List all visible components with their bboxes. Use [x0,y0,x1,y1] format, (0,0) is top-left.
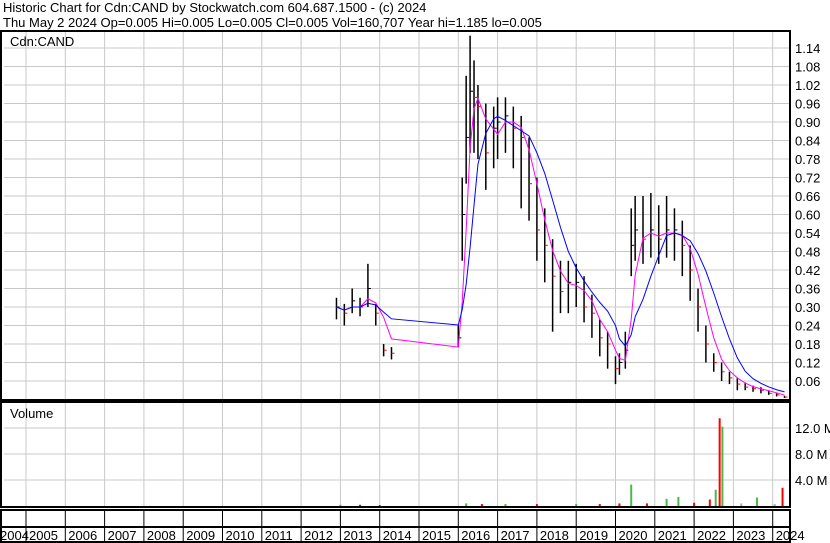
axis-labels: 2004 2005 2006 2007 2008 2009 2010 2011 2012 2013… [0,41,830,543]
volume-bars [339,418,784,506]
volume-bar [740,503,743,506]
volume-tick-label: 8.0 M [795,447,828,462]
volume-bar [359,504,362,506]
chart-frame [0,30,791,543]
year-label: 2008 [147,528,176,543]
year-label: 2022 [697,528,726,543]
volume-bar [598,504,601,506]
year-label: 2016 [461,528,490,543]
volume-label: Volume [10,406,53,421]
year-label: 2018 [540,528,569,543]
year-label: 2017 [501,528,530,543]
volume-bar [693,502,696,506]
price-tick-label: 0.30 [795,300,820,315]
volume-bar [480,504,483,506]
volume-bar [781,487,784,506]
year-label: 2012 [304,528,333,543]
volume-bar [645,503,648,506]
volume-bar [708,499,711,506]
volume-bar [773,504,776,506]
price-tick-label: 1.14 [795,41,820,56]
volume-bar [339,504,342,506]
price-tick-label: 0.36 [795,282,820,297]
volume-bar [677,496,680,506]
stock-chart: Cdn:CAND Volume 2004 2005 2006 2007 2008 2009… [0,30,830,543]
volume-bar [714,489,717,506]
volume-bar [665,498,668,506]
price-tick-label: 0.06 [795,374,820,389]
year-label: 2011 [265,528,293,543]
volume-bar [721,426,724,506]
volume-tick-label: 12.0 M [795,421,830,436]
price-tick-label: 0.72 [795,171,820,186]
price-tick-label: 0.24 [795,319,820,334]
year-label: 2021 [658,528,687,543]
price-tick-label: 0.96 [795,97,820,112]
price-tick-label: 1.08 [795,60,820,75]
volume-bar [755,497,758,506]
price-tick-label: 0.66 [795,189,820,204]
price-tick-label: 0.12 [795,356,820,371]
year-label: 2004 [0,528,29,543]
volume-bar [504,504,507,506]
volume-bar [630,484,633,506]
price-tick-label: 1.02 [795,78,820,93]
year-label: 2006 [68,528,97,543]
price-tick-label: 0.78 [795,152,820,167]
short-moving-average [336,96,785,396]
volume-bar [618,503,621,506]
volume-tick-label: 4.0 M [795,473,828,488]
volume-bar [535,504,538,506]
price-tick-label: 0.54 [795,226,820,241]
moving-averages [336,96,785,396]
price-tick-label: 0.90 [795,115,820,130]
price-tick-label: 0.48 [795,245,820,260]
year-label: 2024 [776,528,805,543]
year-label: 2013 [343,528,372,543]
year-label: 2019 [579,528,608,543]
price-tick-label: 0.84 [795,134,820,149]
symbol-label: Cdn:CAND [10,34,74,49]
long-moving-average [336,115,785,393]
year-label: 2007 [108,528,137,543]
price-panel-border [0,30,791,401]
volume-bar [465,503,468,506]
price-tick-label: 0.18 [795,337,820,352]
year-label: 2005 [29,528,58,543]
volume-bar [378,505,381,506]
year-label: 2014 [383,528,412,543]
volume-bar [575,504,578,506]
year-label: 2010 [226,528,255,543]
price-tick-label: 0.60 [795,208,820,223]
year-label: 2015 [422,528,451,543]
year-label: 2023 [736,528,765,543]
year-label: 2020 [619,528,648,543]
price-tick-label: 0.42 [795,263,820,278]
volume-bar [718,418,721,506]
year-label: 2009 [186,528,215,543]
grid [4,32,790,507]
